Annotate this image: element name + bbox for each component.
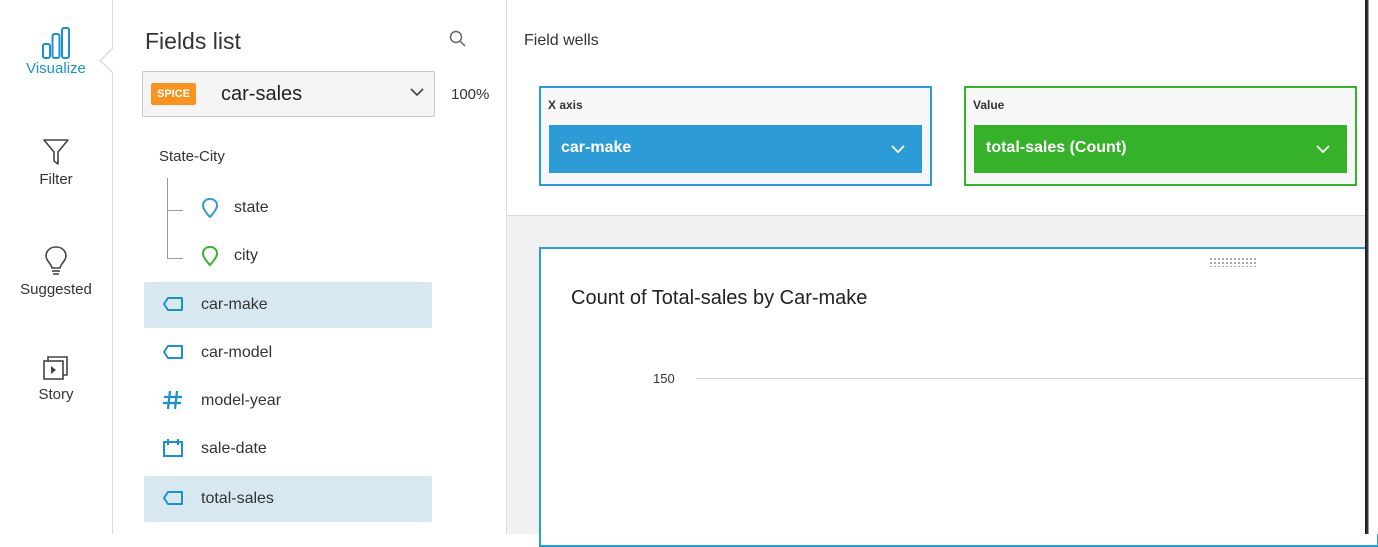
location-pin-icon — [201, 245, 219, 267]
hash-icon — [163, 390, 182, 410]
field-label: sale-date — [201, 440, 267, 457]
lightbulb-icon — [45, 246, 67, 275]
well-label: X axis — [548, 98, 583, 112]
tree-connector — [167, 210, 183, 211]
filter-icon — [43, 139, 69, 165]
spice-usage-percent: 100% — [451, 86, 490, 103]
field-label: city — [234, 247, 258, 264]
field-item-car-model[interactable]: car-model — [144, 330, 432, 376]
left-rail: Visualize Filter Suggested Story — [0, 0, 124, 534]
main-area: Field wells X axis car-make Value total-… — [507, 0, 1378, 547]
well-label: Value — [973, 98, 1005, 112]
value-field-chip[interactable]: total-sales (Count) — [974, 125, 1347, 173]
value-well[interactable]: Value total-sales (Count) — [964, 86, 1357, 186]
rail-item-story[interactable]: Story — [0, 354, 112, 403]
rail-item-suggested[interactable]: Suggested — [0, 245, 112, 298]
x-axis-well[interactable]: X axis car-make — [539, 86, 932, 186]
chevron-down-icon — [410, 88, 424, 97]
chip-label: total-sales (Count) — [986, 139, 1127, 156]
dataset-select[interactable]: SPICE car-sales — [142, 71, 435, 117]
field-item-total-sales[interactable]: total-sales — [144, 476, 432, 522]
field-wells-area: Field wells X axis car-make Value total-… — [507, 0, 1365, 216]
rail-label: Suggested — [20, 281, 92, 298]
dimension-tag-icon — [163, 491, 183, 505]
x-axis-field-chip[interactable]: car-make — [549, 125, 922, 173]
fields-panel: Fields list SPICE car-sales 100% State-C… — [113, 0, 507, 534]
rail-label: Filter — [39, 171, 73, 188]
rail-item-filter[interactable]: Filter — [0, 137, 112, 188]
visual-card[interactable]: Count of Total-sales by Car-make 150 — [539, 247, 1378, 547]
drag-handle[interactable] — [1209, 257, 1257, 267]
window-edge — [1365, 0, 1378, 534]
field-label: car-make — [201, 296, 268, 313]
field-item-model-year[interactable]: model-year — [144, 378, 432, 424]
spice-badge: SPICE — [151, 83, 197, 105]
dimension-tag-icon — [163, 297, 183, 311]
fields-list-title: Fields list — [145, 28, 241, 54]
rail-label: Visualize — [26, 60, 86, 77]
field-label: state — [234, 199, 269, 216]
bar-chart-icon — [42, 27, 70, 59]
field-label: model-year — [201, 392, 282, 409]
location-pin-icon — [201, 197, 219, 219]
rail-item-visualize[interactable]: Visualize — [0, 26, 112, 77]
calendar-icon — [163, 439, 183, 457]
rail-label: Story — [38, 386, 74, 403]
field-item-sale-date[interactable]: sale-date — [144, 426, 432, 472]
field-wells-title: Field wells — [524, 32, 599, 49]
dataset-name: car-sales — [221, 83, 303, 105]
field-item-car-make[interactable]: car-make — [144, 282, 432, 328]
tree-connector — [167, 178, 168, 258]
chart-title: Count of Total-sales by Car-make — [571, 287, 868, 309]
y-tick-label: 150 — [653, 371, 675, 386]
chip-label: car-make — [561, 139, 632, 156]
story-icon — [43, 356, 68, 380]
chevron-down-icon — [891, 145, 905, 154]
tree-connector — [167, 258, 183, 259]
search-icon[interactable] — [449, 30, 467, 48]
field-group-label: State-City — [159, 148, 225, 165]
field-label: total-sales — [201, 490, 274, 507]
chevron-down-icon — [1316, 145, 1330, 154]
dimension-tag-icon — [163, 345, 183, 359]
gridline — [696, 378, 1376, 379]
field-label: car-model — [201, 344, 273, 361]
